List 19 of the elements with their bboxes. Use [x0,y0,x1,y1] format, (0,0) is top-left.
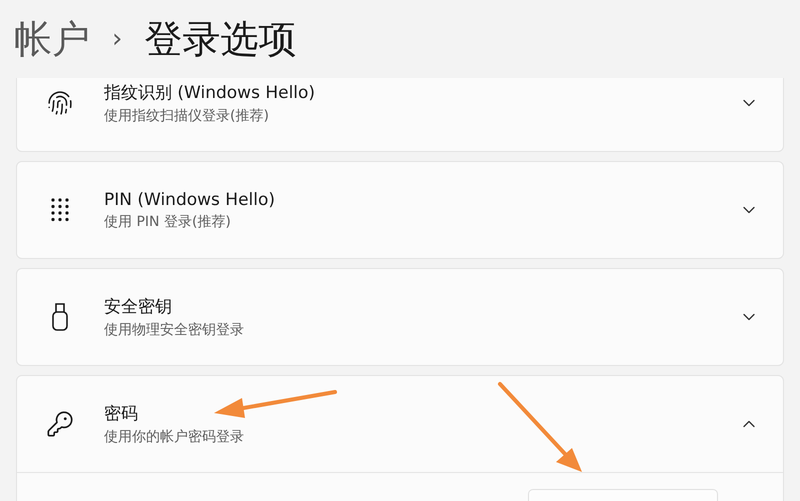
page-title: 登录选项 [144,16,296,62]
fingerprint-icon [47,90,73,116]
sign-in-option-card[interactable]: 密码 使用你的帐户密码登录 [16,375,784,501]
usb-key-icon [51,302,69,332]
option-description: 使用物理安全密钥登录 [104,321,244,339]
sign-in-option-card[interactable]: 指纹识别 (Windows Hello) 使用指纹扫描仪登录(推荐) [16,78,784,152]
option-title: PIN (Windows Hello) [104,190,276,210]
option-title: 密码 [104,403,138,425]
option-description: 使用 PIN 登录(推荐) [104,212,231,230]
dot-grid-icon [50,197,70,223]
breadcrumb-separator: › [112,24,122,54]
sign-in-option-card[interactable]: 安全密钥 使用物理安全密钥登录 [16,268,784,366]
breadcrumb-link[interactable]: 帐户 [14,14,90,64]
sign-in-option-card[interactable]: PIN (Windows Hello) 使用 PIN 登录(推荐) [16,161,784,259]
option-title: 安全密钥 [104,296,172,318]
option-description: 使用指纹扫描仪登录(推荐) [104,107,269,125]
option-description: 使用你的帐户密码登录 [104,428,244,446]
key-icon [46,410,74,438]
option-title: 指纹识别 (Windows Hello) [104,82,316,104]
